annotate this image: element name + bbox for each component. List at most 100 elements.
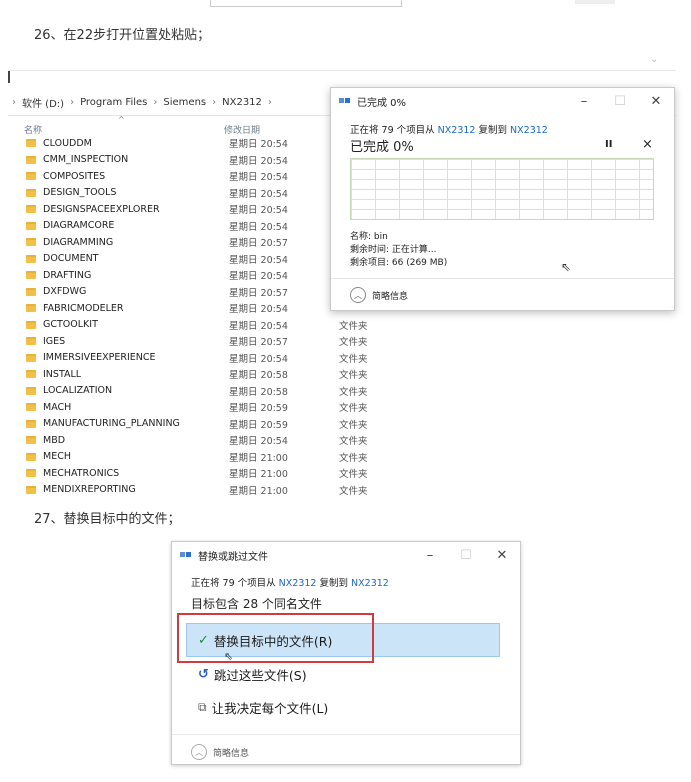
file-row[interactable]: DOCUMENT 星期日 20:54 <box>26 251 368 268</box>
window-edge <box>8 71 14 83</box>
file-row[interactable]: MENDIXREPORTING 星期日 21:00 文件夹 <box>26 482 368 495</box>
folder-icon <box>26 139 36 148</box>
dialog-title: 替换或跳过文件 <box>198 551 268 563</box>
file-date: 星期日 20:58 <box>229 370 288 382</box>
folder-icon <box>26 221 36 230</box>
title-bar: 已完成 0% – ☐ ✕ <box>331 88 674 114</box>
file-type: 文件夹 <box>339 320 368 332</box>
fewer-details-label: 简略信息 <box>213 748 250 759</box>
file-row[interactable]: DXFDWG 星期日 20:57 <box>26 284 368 301</box>
minimize-button[interactable]: – <box>412 548 448 563</box>
file-row[interactable]: DESIGN_TOOLS 星期日 20:54 <box>26 185 368 202</box>
folder-icon <box>26 337 36 346</box>
file-row[interactable]: FABRICMODELER 星期日 20:54 <box>26 300 368 317</box>
file-name: CMM_INSPECTION <box>43 154 129 166</box>
file-date: 星期日 20:54 <box>229 320 288 332</box>
file-name-label: 名称: bin <box>350 232 388 242</box>
file-row[interactable]: CMM_INSPECTION 星期日 20:54 <box>26 152 368 169</box>
file-row[interactable]: DRAFTING 星期日 20:54 <box>26 267 368 284</box>
file-row[interactable]: DIAGRAMCORE 星期日 20:54 <box>26 218 368 235</box>
step-26-text: 26、在22步打开位置处粘贴； <box>34 28 211 43</box>
folder-icon <box>26 436 36 445</box>
file-name: GCTOOLKIT <box>43 319 98 331</box>
file-row[interactable]: DIAGRAMMING 星期日 20:57 <box>26 234 368 251</box>
breadcrumb-sep-icon: › <box>70 96 75 108</box>
file-row[interactable]: LOCALIZATION 星期日 20:58 文件夹 <box>26 383 368 400</box>
file-name: DRAFTING <box>43 269 92 281</box>
file-row[interactable]: COMPOSITES 星期日 20:54 <box>26 168 368 185</box>
divider <box>172 734 520 735</box>
file-name: DIAGRAMCORE <box>43 220 115 232</box>
maximize-button[interactable]: ☐ <box>602 94 638 109</box>
folder-icon <box>26 271 36 280</box>
breadcrumb-program-files[interactable]: Program Files <box>80 97 147 108</box>
file-row[interactable]: MECH 星期日 21:00 文件夹 <box>26 449 368 466</box>
file-row[interactable]: CLOUDDM 星期日 20:54 <box>26 135 368 152</box>
maximize-button[interactable]: ☐ <box>448 548 484 563</box>
decide-each-option[interactable]: ⧉ 让我决定每个文件(L) <box>198 698 328 717</box>
skip-arrow-icon: ↺ <box>198 667 209 682</box>
cancel-button[interactable]: × <box>642 137 653 152</box>
minimize-button[interactable]: – <box>566 94 602 109</box>
file-date: 星期日 20:57 <box>229 337 288 349</box>
file-row[interactable]: MANUFACTURING_PLANNING 星期日 20:59 文件夹 <box>26 416 368 433</box>
fewer-details-toggle[interactable]: ︿ 简略信息 <box>191 744 249 760</box>
folder-icon <box>26 469 36 478</box>
file-date: 星期日 20:54 <box>229 221 288 233</box>
file-date: 星期日 20:58 <box>229 386 288 398</box>
folder-icon <box>26 188 36 197</box>
destination-link[interactable]: NX2312 <box>510 125 548 136</box>
folder-icon <box>26 353 36 362</box>
folder-icon <box>26 254 36 263</box>
file-row[interactable]: MECHATRONICS 星期日 21:00 文件夹 <box>26 465 368 482</box>
file-row[interactable]: GCTOOLKIT 星期日 20:54 文件夹 <box>26 317 368 334</box>
file-row[interactable]: MACH 星期日 20:59 文件夹 <box>26 399 368 416</box>
sort-up-icon: ^ <box>118 115 125 124</box>
skip-files-option[interactable]: ↺ 跳过这些文件(S) <box>198 665 307 684</box>
file-type: 文件夹 <box>339 337 368 349</box>
breadcrumb-siemens[interactable]: Siemens <box>163 97 206 108</box>
file-row[interactable]: IGES 星期日 20:57 文件夹 <box>26 333 368 350</box>
destination-link[interactable]: NX2312 <box>351 578 389 589</box>
fewer-details-toggle[interactable]: ︿ 简略信息 <box>350 287 408 303</box>
file-name: CLOUDDM <box>43 137 92 149</box>
file-row[interactable]: MBD 星期日 20:54 文件夹 <box>26 432 368 449</box>
file-date: 星期日 20:54 <box>229 188 288 200</box>
folder-icon <box>26 304 36 313</box>
fewer-details-label: 简略信息 <box>372 291 409 302</box>
file-name: MENDIXREPORTING <box>43 484 136 495</box>
mouse-cursor-icon: ⇖ <box>561 260 572 274</box>
close-window-button[interactable]: ✕ <box>638 94 674 109</box>
replace-files-option[interactable]: ✓ 替换目标中的文件(R) <box>198 631 332 650</box>
source-link[interactable]: NX2312 <box>279 578 317 589</box>
breadcrumb-chevron-icon[interactable]: › <box>12 97 16 108</box>
file-name: MANUFACTURING_PLANNING <box>43 418 180 430</box>
breadcrumb-drive[interactable]: 软件 (D:) <box>22 95 64 110</box>
status-mid: 复制到 <box>478 125 508 136</box>
file-type: 文件夹 <box>339 419 368 431</box>
file-date: 星期日 20:54 <box>229 172 288 184</box>
file-row[interactable]: INSTALL 星期日 20:58 文件夹 <box>26 366 368 383</box>
file-date: 星期日 20:54 <box>229 205 288 217</box>
file-type: 文件夹 <box>339 469 368 481</box>
top-crop-strip <box>210 0 402 7</box>
items-remaining-label: 剩余项目: 66 (269 MB) <box>350 258 448 268</box>
file-date: 星期日 20:54 <box>229 155 288 167</box>
close-window-button[interactable]: ✕ <box>484 548 520 563</box>
file-type: 文件夹 <box>339 386 368 398</box>
file-date: 星期日 20:57 <box>229 287 288 299</box>
breadcrumb-nx2312[interactable]: NX2312 <box>222 97 262 108</box>
file-name: DESIGNSPACEEXPLORER <box>43 203 160 215</box>
folder-icon <box>26 419 36 428</box>
folder-icon <box>26 403 36 412</box>
file-row[interactable]: IMMERSIVEEXPERIENCE 星期日 20:54 文件夹 <box>26 350 368 367</box>
breadcrumb-sep-icon: › <box>153 96 158 108</box>
title-bar: 替换或跳过文件 – ☐ ✕ <box>172 542 520 568</box>
checkmark-icon: ✓ <box>198 633 209 648</box>
file-type: 文件夹 <box>339 370 368 382</box>
file-name: DXFDWG <box>43 286 87 298</box>
step-27-text: 27、替换目标中的文件； <box>34 512 181 527</box>
file-row[interactable]: DESIGNSPACEEXPLORER 星期日 20:54 <box>26 201 368 218</box>
source-link[interactable]: NX2312 <box>438 125 476 136</box>
pause-button[interactable]: II <box>605 139 612 150</box>
